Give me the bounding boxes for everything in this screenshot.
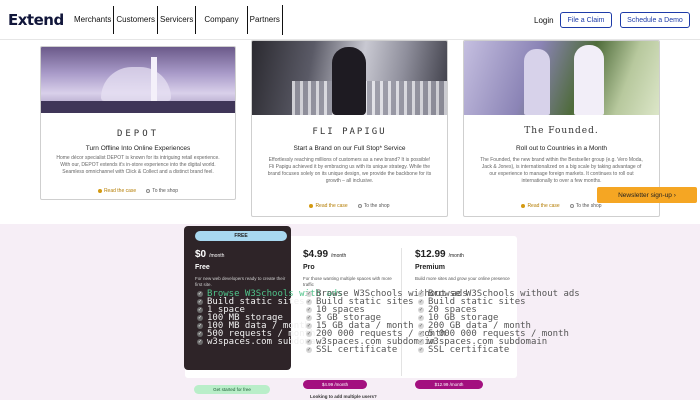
plan-description: For new web developers ready to create t… [195,276,286,287]
login-link[interactable]: Login [534,16,554,25]
site-header: Extend Merchants Customers Servicers Com… [0,0,700,40]
check-icon: ✓ [306,339,312,345]
plan-price: $12.99/month [415,249,464,260]
newsletter-signup-button[interactable]: Newsletter sign-up › [597,187,697,203]
check-icon: ✓ [197,339,203,345]
feature-item: ✓ SSL certificate [418,345,510,355]
check-icon: ✓ [306,315,312,321]
card-title: Turn Offline Into Online Experiences [85,145,191,152]
check-icon: ✓ [418,331,424,337]
fli-papigu-image [252,41,447,115]
case-card-fli-papigu: FLI PAPIGU Start a Brand on our Full Sto… [251,40,448,217]
card-brand-name: FLI PAPIGU [312,127,387,137]
card-description: Effortlessly reaching millions of custom… [267,157,432,184]
plan-price: $0/month [195,249,225,260]
check-icon: ✓ [418,315,424,321]
read-case-link[interactable]: Read the case [97,188,136,194]
check-icon: ✓ [197,299,203,305]
case-card-depot: DEPOT Turn Offline Into Online Experienc… [40,46,236,200]
card-title: Roll out to Countries in a Month [515,145,608,152]
card-links: Read the case To the shop [464,203,659,209]
plan-name: Free [195,264,210,271]
bullet-dot-icon [357,203,362,208]
bullet-dot-icon [97,188,102,193]
card-brand-name: DEPOT [116,129,160,139]
bullet-dot-icon [146,188,151,193]
main-nav: Merchants Customers Servicers Company Pa… [72,5,283,35]
check-icon: ✓ [418,339,424,345]
premium-plan-button[interactable]: $12.99 /month [415,380,483,389]
check-icon: ✓ [418,299,424,305]
check-icon: ✓ [197,331,203,337]
file-claim-button[interactable]: File a Claim [560,12,612,28]
check-icon: ✓ [306,307,312,313]
plan-price: $4.99/month [303,249,347,260]
to-shop-link[interactable]: To the shop [357,203,390,209]
schedule-demo-button[interactable]: Schedule a Demo [620,12,690,28]
bullet-dot-icon [569,203,574,208]
check-icon: ✓ [306,347,312,353]
nav-partners[interactable]: Partners [248,6,282,34]
check-icon: ✓ [197,291,203,297]
check-icon: ✓ [418,347,424,353]
card-title: Start a Brand on our Full Stop* Service [293,145,406,152]
multiple-users-link[interactable]: Looking to add multiple users? [310,394,377,399]
card-description: Home décor specialist DEPOT is known for… [56,155,220,175]
the-founded-image [464,41,659,115]
nav-servicers[interactable]: Servicers [158,6,195,34]
feature-list: ✓ Browse W3Schools without ads ✓ Build sta… [418,290,580,355]
bullet-dot-icon [521,203,526,208]
to-shop-link[interactable]: To the shop [569,203,602,209]
get-started-free-button[interactable]: Get started for free [194,385,270,394]
card-links: Read the case To the shop [41,188,235,194]
check-icon: ✓ [306,299,312,305]
depot-image [41,47,235,113]
check-icon: ✓ [306,291,312,297]
read-case-link[interactable]: Read the case [309,203,348,209]
plan-name: Premium [415,264,445,271]
check-icon: ✓ [197,323,203,329]
check-icon: ✓ [418,323,424,329]
nav-merchants[interactable]: Merchants [72,6,113,34]
plan-description: For those wanting multiple spaces with m… [303,276,392,287]
card-links: Read the case To the shop [252,203,447,209]
check-icon: ✓ [306,331,312,337]
nav-divider [281,5,283,35]
free-badge: FREE [195,231,287,241]
check-icon: ✓ [418,291,424,297]
check-icon: ✓ [418,307,424,313]
read-case-link[interactable]: Read the case [521,203,560,209]
to-shop-link[interactable]: To the shop [146,188,178,194]
check-icon: ✓ [306,323,312,329]
check-icon: ✓ [197,315,203,321]
pro-plan-button[interactable]: $4.99 /month [303,380,367,389]
plan-description: Build more sites and grow your online pr… [415,276,510,281]
plan-name: Pro [303,264,315,271]
nav-customers[interactable]: Customers [114,6,157,34]
card-description: The Founded, the new brand within the Be… [480,157,643,184]
card-brand-name: The Founded. [524,126,599,136]
extend-logo[interactable]: Extend [8,11,64,29]
nav-company[interactable]: Company [196,6,246,34]
bullet-dot-icon [309,203,314,208]
check-icon: ✓ [197,307,203,313]
